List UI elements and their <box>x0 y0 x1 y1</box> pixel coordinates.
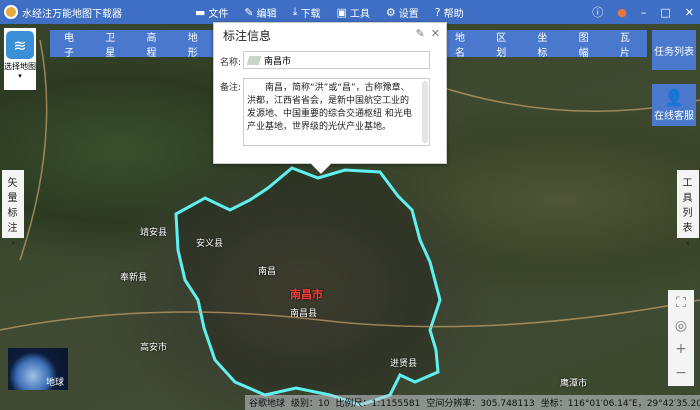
minus-icon: − <box>675 365 687 381</box>
note-label: 备注: <box>220 83 242 93</box>
note-scrollbar[interactable] <box>422 81 428 143</box>
online-service-label: 在线客服 <box>654 111 694 122</box>
menu-file[interactable]: ▬ 文件 <box>195 5 228 20</box>
task-list-button[interactable]: 任务列表 <box>652 30 696 70</box>
folder-icon: ▬ <box>195 5 206 19</box>
select-map-label: 选择地图 <box>4 62 36 71</box>
gear-icon: ⚙ <box>385 5 396 19</box>
agent-avatar-icon: 👤 <box>664 88 684 107</box>
plus-icon: + <box>675 341 687 357</box>
style-swatch-icon <box>246 55 262 65</box>
map-type-electronic[interactable]: 电子 <box>50 29 91 59</box>
edit-icon[interactable]: ✎ <box>416 27 425 40</box>
map-type-terrain[interactable]: 地形 <box>174 29 215 59</box>
name-field[interactable]: 南昌市 <box>243 51 430 69</box>
app-title: 水经注万能地图下载器 <box>22 8 122 20</box>
menu-download[interactable]: ⤓ 下载 <box>293 5 321 20</box>
close-button[interactable]: ✕ <box>685 6 694 19</box>
note-textarea[interactable]: 南昌，简称“洪”或“昌”，古称豫章、洪都，江西省省会，是新中国航空工业的发源地、… <box>243 78 430 146</box>
map-type-satellite[interactable]: 卫星 <box>91 29 132 59</box>
overlay-placenames[interactable]: 地名 <box>441 29 482 59</box>
menu-label: 文件 <box>208 8 229 20</box>
info-icon[interactable]: ⓘ <box>592 4 603 20</box>
status-coordinates: 坐标：116°01′06.14″E，29°42′35.20″N <box>540 399 700 409</box>
overlay-bar: 地名 区划 坐标 图幅 瓦片 <box>441 29 647 59</box>
close-popup-button[interactable]: ✕ <box>431 27 440 40</box>
zoom-in-button[interactable]: + <box>668 336 694 362</box>
title-bar: 水经注万能地图下载器 ▬ 文件 ✎ 编辑 ⤓ 下载 ▣ 工具 ⚙ 设置 ? 帮助 ⓘ ● –… <box>0 0 700 24</box>
place-label: 靖安县 <box>140 228 168 238</box>
overlay-districts[interactable]: 区划 <box>482 29 523 59</box>
vector-annotation-panel[interactable]: 矢量标注 › <box>2 170 24 249</box>
menu-tools[interactable]: ▣ 工具 <box>337 5 370 20</box>
popup-title: 标注信息 <box>223 29 272 43</box>
menu-label: 编辑 <box>256 8 277 20</box>
download-icon: ⤓ <box>292 5 298 18</box>
tools-panel-label: 工具列表 <box>682 178 693 234</box>
overlay-sheets[interactable]: 图幅 <box>565 29 606 59</box>
menu-settings[interactable]: ⚙ 设置 <box>386 5 419 20</box>
name-label: 名称: <box>220 58 242 68</box>
vector-panel-label: 矢量标注 <box>7 178 18 234</box>
overlay-coordinates[interactable]: 坐标 <box>523 29 564 59</box>
main-menu: ▬ 文件 ✎ 编辑 ⤓ 下载 ▣ 工具 ⚙ 设置 ? 帮助 <box>195 0 464 24</box>
place-label: 南昌 <box>258 267 277 277</box>
chevron-right-icon: › <box>11 238 15 249</box>
fullscreen-icon: ⛶ <box>676 295 686 311</box>
status-bar: 谷歌地球 级别：10 比例尺：1:1155581 空间分辨率：305.74811… <box>245 395 700 410</box>
place-label: 进贤县 <box>390 359 418 369</box>
name-value: 南昌市 <box>264 56 292 67</box>
edit-icon: ✎ <box>244 5 254 19</box>
tools-list-panel[interactable]: 工具列表 ‹ <box>677 170 699 249</box>
menu-label: 设置 <box>398 8 419 20</box>
user-icon[interactable]: ● <box>617 6 627 19</box>
menu-label: 帮助 <box>443 8 464 20</box>
annotation-info-popup: 标注信息 ✎ ✕ 名称: 南昌市 备注: 南昌，简称“洪”或“昌”，古称豫章、洪都… <box>213 22 447 174</box>
toolbox-icon: ▣ <box>336 5 347 19</box>
globe-view-button[interactable]: 地球 <box>8 348 68 390</box>
place-label: 南昌县 <box>290 309 318 319</box>
maximize-button[interactable]: □ <box>660 6 670 19</box>
place-label: 南昌市 <box>290 288 323 301</box>
task-list-label: 任务列表 <box>654 46 694 58</box>
menu-label: 工具 <box>349 8 370 20</box>
overlay-tiles[interactable]: 瓦片 <box>606 29 647 59</box>
globe-label: 地球 <box>45 378 64 388</box>
locate-icon: ◎ <box>674 318 688 334</box>
place-label: 安义县 <box>196 239 224 249</box>
app-logo-icon <box>4 5 18 19</box>
globe-app-icon: ≋ <box>6 31 34 59</box>
chevron-left-icon: ‹ <box>686 238 690 249</box>
help-icon: ? <box>434 5 441 19</box>
online-service-button[interactable]: 👤 在线客服 <box>652 84 696 126</box>
status-resolution: 空间分辨率：305.748113 <box>426 399 535 409</box>
zoom-out-button[interactable]: − <box>668 360 694 386</box>
map-type-bar: 电子 卫星 高程 地形 <box>50 29 215 59</box>
chevron-down-icon: ▾ <box>18 72 22 80</box>
menu-edit[interactable]: ✎ 编辑 <box>244 5 276 20</box>
place-label: 鹰潭市 <box>560 379 588 389</box>
place-label: 奉新县 <box>120 273 148 283</box>
menu-help[interactable]: ? 帮助 <box>435 5 464 20</box>
note-value: 南昌，简称“洪”或“昌”，古称豫章、洪都，江西省省会，是新中国航空工业的发源地、… <box>247 83 412 132</box>
menu-label: 下载 <box>300 8 321 20</box>
status-source: 谷歌地球 <box>249 399 286 409</box>
status-scale: 比例尺：1:1155581 <box>335 399 421 409</box>
select-map-button[interactable]: ≋ 选择地图 ▾ <box>4 28 36 90</box>
map-type-elevation[interactable]: 高程 <box>133 29 174 59</box>
minimize-button[interactable]: – <box>641 6 647 19</box>
place-label: 高安市 <box>140 343 168 353</box>
status-level: 级别：10 <box>291 399 330 409</box>
